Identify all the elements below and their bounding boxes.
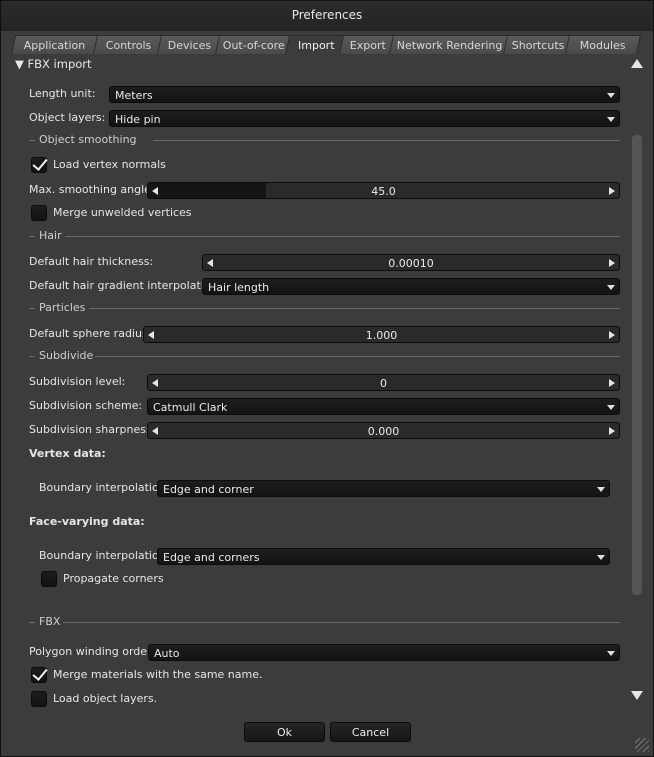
tab-import[interactable]: Import bbox=[284, 35, 348, 56]
object-layers-combo[interactable]: Hide pin bbox=[109, 110, 620, 127]
arrow-right-icon[interactable] bbox=[609, 427, 615, 435]
checkmark-icon bbox=[32, 665, 48, 681]
arrow-left-icon[interactable] bbox=[152, 379, 158, 387]
arrow-left-icon[interactable] bbox=[207, 259, 213, 267]
subdivision-sharpness-slider[interactable]: 0.000 bbox=[147, 422, 620, 439]
tab-network-rendering[interactable]: Network Rendering bbox=[388, 35, 512, 54]
ok-button[interactable]: Ok bbox=[244, 722, 325, 742]
chevron-down-icon bbox=[597, 487, 605, 492]
max-smoothing-angle-label: Max. smoothing angle: bbox=[29, 183, 155, 196]
default-hair-gradient-label: Default hair gradient interpolation: bbox=[29, 279, 222, 292]
particles-group: Particles bbox=[29, 301, 620, 315]
subdivision-level-label: Subdivision level: bbox=[29, 375, 126, 388]
subdivision-sharpness-label: Subdivision sharpness: bbox=[29, 423, 156, 436]
vertical-scrollbar[interactable] bbox=[629, 55, 645, 707]
default-hair-thickness-slider[interactable]: 0.00010 bbox=[202, 254, 620, 271]
chevron-down-icon bbox=[607, 405, 615, 410]
merge-unwelded-checkbox[interactable] bbox=[31, 205, 47, 221]
tab-controls[interactable]: Controls bbox=[92, 35, 166, 54]
arrow-right-icon[interactable] bbox=[609, 331, 615, 339]
section-title: FBX import bbox=[27, 57, 92, 71]
vertex-boundary-label: Boundary interpolation: bbox=[39, 481, 170, 494]
resize-grip-icon[interactable] bbox=[635, 738, 649, 752]
tab-shortcuts[interactable]: Shortcuts bbox=[502, 35, 574, 54]
default-sphere-radius-label: Default sphere radius: bbox=[29, 327, 152, 340]
preferences-window: Preferences Application Controls Devices… bbox=[0, 0, 654, 757]
chevron-down-icon bbox=[607, 651, 615, 656]
default-hair-gradient-combo[interactable]: Hair length bbox=[202, 278, 620, 295]
load-vertex-normals-checkbox[interactable] bbox=[31, 155, 48, 173]
tab-out-of-core[interactable]: Out-of-core bbox=[214, 35, 294, 54]
tab-devices[interactable]: Devices bbox=[156, 35, 224, 54]
load-vertex-normals-label: Load vertex normals bbox=[53, 158, 166, 171]
object-smoothing-group: Object smoothing bbox=[29, 133, 620, 147]
vertex-data-heading: Vertex data: bbox=[29, 447, 106, 460]
chevron-down-icon bbox=[607, 285, 615, 290]
chevron-down-icon bbox=[607, 93, 615, 98]
chevron-down-icon bbox=[597, 555, 605, 560]
arrow-left-icon[interactable] bbox=[148, 331, 154, 339]
length-unit-label: Length unit: bbox=[29, 87, 96, 100]
chevron-down-icon bbox=[607, 117, 615, 122]
cancel-button[interactable]: Cancel bbox=[330, 722, 411, 742]
slider-fill bbox=[148, 183, 266, 198]
import-panel: ▼ FBX import Length unit: Meters Object … bbox=[9, 55, 627, 707]
load-object-layers-checkbox[interactable] bbox=[31, 691, 47, 707]
default-sphere-radius-slider[interactable]: 1.000 bbox=[143, 326, 620, 343]
tab-export[interactable]: Export bbox=[338, 35, 398, 54]
tab-bar: Application Controls Devices Out-of-core… bbox=[10, 35, 645, 56]
fbx-group: FBX bbox=[29, 615, 620, 629]
arrow-right-icon[interactable] bbox=[609, 259, 615, 267]
subdivide-group: Subdivide bbox=[29, 349, 620, 363]
arrow-left-icon[interactable] bbox=[152, 427, 158, 435]
subdivision-scheme-label: Subdivision scheme: bbox=[29, 399, 143, 412]
subdivision-scheme-combo[interactable]: Catmull Clark bbox=[147, 398, 620, 415]
arrow-right-icon[interactable] bbox=[609, 187, 615, 195]
scroll-down-arrow-icon[interactable] bbox=[631, 691, 643, 700]
face-boundary-combo[interactable]: Edge and corners bbox=[157, 548, 610, 565]
face-boundary-label: Boundary interpolation: bbox=[39, 549, 170, 562]
face-varying-data-heading: Face-varying data: bbox=[29, 515, 145, 528]
scroll-up-arrow-icon[interactable] bbox=[631, 59, 643, 68]
length-unit-combo[interactable]: Meters bbox=[109, 86, 620, 103]
hair-group: Hair bbox=[29, 229, 620, 243]
section-header[interactable]: ▼ FBX import bbox=[15, 57, 92, 71]
merge-materials-checkbox[interactable] bbox=[31, 665, 48, 683]
tab-modules[interactable]: Modules bbox=[564, 35, 642, 54]
load-object-layers-label: Load object layers. bbox=[53, 692, 158, 705]
subdivision-level-slider[interactable]: 0 bbox=[147, 374, 620, 391]
scrollbar-thumb[interactable] bbox=[632, 135, 642, 595]
tab-application[interactable]: Application bbox=[10, 35, 100, 54]
window-title: Preferences bbox=[1, 1, 653, 31]
collapse-triangle-icon: ▼ bbox=[15, 57, 24, 71]
object-layers-label: Object layers: bbox=[29, 111, 106, 124]
arrow-right-icon[interactable] bbox=[609, 379, 615, 387]
polygon-winding-order-combo[interactable]: Auto bbox=[148, 644, 620, 661]
propagate-corners-checkbox[interactable] bbox=[41, 571, 57, 587]
vertex-boundary-combo[interactable]: Edge and corner bbox=[157, 480, 610, 497]
checkmark-icon bbox=[32, 155, 48, 171]
default-hair-thickness-label: Default hair thickness: bbox=[29, 255, 154, 268]
polygon-winding-order-label: Polygon winding order: bbox=[29, 645, 156, 658]
max-smoothing-angle-slider[interactable]: 45.0 bbox=[147, 182, 620, 199]
propagate-corners-label: Propagate corners bbox=[63, 572, 164, 585]
merge-unwelded-label: Merge unwelded vertices bbox=[53, 206, 192, 219]
arrow-left-icon[interactable] bbox=[152, 187, 158, 195]
merge-materials-label: Merge materials with the same name. bbox=[53, 668, 263, 681]
